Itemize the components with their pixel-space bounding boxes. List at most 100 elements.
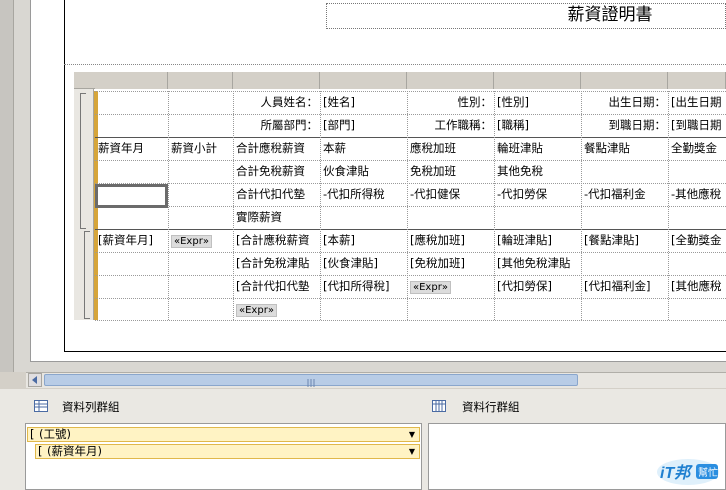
tablix-cell[interactable]: [姓名] bbox=[323, 93, 405, 112]
tablix-cell[interactable]: «Expr» bbox=[171, 231, 231, 250]
report-title: 薪資證明書 bbox=[567, 5, 653, 25]
column-handle[interactable] bbox=[168, 72, 233, 89]
tablix-cell[interactable] bbox=[98, 277, 166, 296]
tablix-cell[interactable]: -代扣福利金 bbox=[584, 185, 666, 204]
tablix-cell[interactable]: 合計代扣代墊 bbox=[236, 185, 318, 204]
row-group-item[interactable]: [ (工號) ▼ bbox=[27, 427, 420, 442]
tablix-cell[interactable] bbox=[584, 208, 666, 227]
tablix-cell[interactable]: 合計免稅薪資 bbox=[236, 162, 318, 181]
tablix-cell[interactable]: 其他免稅 bbox=[497, 162, 579, 181]
tablix-cell[interactable] bbox=[410, 300, 492, 319]
tablix-cell[interactable]: -其他應稅 bbox=[671, 185, 724, 204]
tablix-cell[interactable]: 全勤獎金 bbox=[671, 139, 724, 158]
column-handle[interactable] bbox=[581, 72, 668, 89]
row-groups-title: 資料列群組 bbox=[62, 400, 120, 414]
row-groups-list[interactable]: [ (工號) ▼ [ (薪資年月) ▼ bbox=[25, 423, 422, 490]
tablix-cell[interactable]: [出生日期 bbox=[671, 93, 724, 112]
tablix-cell[interactable]: «Expr» bbox=[410, 277, 492, 296]
tablix-cell[interactable] bbox=[98, 162, 166, 181]
tablix-cell[interactable] bbox=[98, 254, 166, 273]
tablix-cell[interactable] bbox=[323, 300, 405, 319]
row-divider bbox=[95, 137, 726, 138]
tablix-cell[interactable] bbox=[323, 208, 405, 227]
tablix-cell[interactable]: [代扣勞保] bbox=[497, 277, 579, 296]
tablix-cell[interactable]: [合計應稅薪資 bbox=[236, 231, 318, 250]
tablix-cell[interactable]: 性別： bbox=[410, 93, 493, 112]
tablix-cell[interactable] bbox=[497, 208, 579, 227]
tablix-cell[interactable]: [合計代扣代墊 bbox=[236, 277, 318, 296]
tablix-cell[interactable]: 實際薪資 bbox=[236, 208, 318, 227]
row-group-item[interactable]: [ (薪資年月) ▼ bbox=[35, 444, 420, 459]
tablix-cell[interactable]: [職稱] bbox=[497, 116, 579, 135]
column-handle[interactable] bbox=[320, 72, 407, 89]
tablix-cell[interactable]: 免稅加班 bbox=[410, 162, 492, 181]
tablix-cell[interactable]: [其他免稅津貼 bbox=[497, 254, 579, 273]
tablix-cell[interactable]: [免稅加班] bbox=[410, 254, 492, 273]
column-handle[interactable] bbox=[233, 72, 320, 89]
dropdown-arrow-icon[interactable]: ▼ bbox=[406, 445, 418, 458]
tablix-cell[interactable] bbox=[671, 208, 724, 227]
tablix-cell[interactable] bbox=[410, 208, 492, 227]
tablix-cell[interactable] bbox=[98, 208, 166, 227]
tablix-cell[interactable] bbox=[584, 300, 666, 319]
tablix-cell[interactable]: 出生日期： bbox=[584, 93, 667, 112]
column-handle[interactable] bbox=[494, 72, 581, 89]
logo-sub-text: 幫忙 bbox=[698, 466, 718, 479]
tablix-cell[interactable]: -代扣健保 bbox=[410, 185, 492, 204]
tablix-cell[interactable] bbox=[671, 162, 724, 181]
tablix-cell[interactable]: [其他應稅 bbox=[671, 277, 724, 296]
tablix-cell[interactable]: [部門] bbox=[323, 116, 405, 135]
column-handle[interactable] bbox=[668, 72, 726, 89]
tablix-cell[interactable]: [輪班津貼] bbox=[497, 231, 579, 250]
tablix-cell[interactable]: 薪資小計 bbox=[171, 139, 231, 158]
tablix-cell[interactable] bbox=[584, 254, 666, 273]
selected-cell[interactable] bbox=[95, 184, 168, 208]
tablix-cell[interactable]: 所屬部門： bbox=[236, 116, 319, 135]
tablix-cell[interactable]: [到職日期 bbox=[671, 116, 724, 135]
scroll-left-button[interactable] bbox=[28, 373, 42, 387]
tablix-cell[interactable]: 合計應稅薪資 bbox=[236, 139, 318, 158]
tablix-cell[interactable]: [伙食津貼] bbox=[323, 254, 405, 273]
tablix-cell[interactable]: [合計免稅津貼 bbox=[236, 254, 318, 273]
tablix-cell[interactable]: 到職日期： bbox=[584, 116, 667, 135]
tablix-cell[interactable]: 輪班津貼 bbox=[497, 139, 579, 158]
column-handle[interactable] bbox=[407, 72, 494, 89]
dropdown-arrow-icon[interactable]: ▼ bbox=[406, 428, 418, 441]
tablix-cell[interactable] bbox=[98, 300, 166, 319]
tablix-cell[interactable]: [代扣福利金] bbox=[584, 277, 666, 296]
tablix-cell[interactable] bbox=[671, 300, 724, 319]
tablix-cell[interactable] bbox=[584, 162, 666, 181]
tablix-cell[interactable] bbox=[171, 116, 231, 135]
tablix-cell[interactable] bbox=[671, 254, 724, 273]
tablix-cell[interactable]: -代扣所得稅 bbox=[323, 185, 405, 204]
tablix-cell[interactable]: [餐點津貼] bbox=[584, 231, 666, 250]
tablix-cell[interactable]: «Expr» bbox=[236, 300, 318, 319]
tablix-cell[interactable]: [本薪] bbox=[323, 231, 405, 250]
tablix-cell[interactable]: -代扣勞保 bbox=[497, 185, 579, 204]
tablix-cell[interactable] bbox=[171, 254, 231, 273]
tablix-cell[interactable]: [薪資年月] bbox=[98, 231, 166, 250]
tablix-cell[interactable]: 餐點津貼 bbox=[584, 139, 666, 158]
tablix-cell[interactable]: [應稅加班] bbox=[410, 231, 492, 250]
tablix-cell[interactable] bbox=[497, 300, 579, 319]
column-handle[interactable] bbox=[95, 72, 168, 89]
tablix-cell[interactable]: [性別] bbox=[497, 93, 579, 112]
tablix-cell[interactable]: 工作職稱： bbox=[410, 116, 493, 135]
tablix-cell[interactable] bbox=[171, 300, 231, 319]
tablix-cell[interactable] bbox=[171, 93, 231, 112]
tablix-cell[interactable]: 應稅加班 bbox=[410, 139, 492, 158]
tablix-cell[interactable] bbox=[171, 208, 231, 227]
tablix-cell[interactable] bbox=[171, 185, 231, 204]
tablix-cell[interactable] bbox=[98, 116, 166, 135]
row-divider bbox=[95, 229, 726, 230]
tablix-cell[interactable]: [代扣所得稅] bbox=[323, 277, 405, 296]
tablix-cell[interactable] bbox=[171, 277, 231, 296]
tablix-cell[interactable] bbox=[171, 162, 231, 181]
column-groups-header: 資料行群組 bbox=[428, 396, 726, 418]
tablix-cell[interactable]: 伙食津貼 bbox=[323, 162, 405, 181]
tablix-cell[interactable]: 薪資年月 bbox=[98, 139, 166, 158]
tablix-cell[interactable]: 本薪 bbox=[323, 139, 405, 158]
tablix-cell[interactable] bbox=[98, 93, 166, 112]
tablix-cell[interactable]: 人員姓名： bbox=[236, 93, 319, 112]
tablix-cell[interactable]: [全勤獎金 bbox=[671, 231, 724, 250]
